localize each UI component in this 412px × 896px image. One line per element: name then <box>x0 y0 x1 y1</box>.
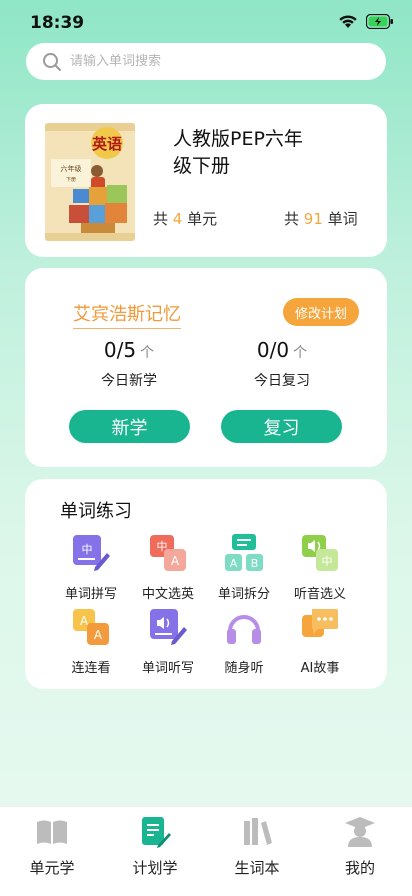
tab-vocabulary-book[interactable]: 生词本 <box>207 815 307 878</box>
book-open-icon <box>37 820 67 844</box>
search-bar[interactable] <box>26 43 386 80</box>
match-icon: A A <box>73 609 109 645</box>
svg-text:A: A <box>171 554 180 568</box>
bottom-tab-bar: 单元学 计划学 生词本 我的 <box>0 806 412 896</box>
search-icon <box>43 52 61 71</box>
search-input[interactable] <box>70 54 350 69</box>
word-split-icon: A B <box>225 534 263 571</box>
word-practice-card: 单词练习 中 单词拼写 中 A 中文选英 A B 单词拆分 中 听音选义 A A… <box>25 479 387 689</box>
listen-choose-icon: 中 <box>302 535 338 571</box>
cover-volume: 下册 <box>66 177 76 183</box>
headphones-icon <box>227 615 261 644</box>
unit-count-number: 4 <box>172 210 183 228</box>
svg-text:B: B <box>251 557 259 570</box>
practice-title: 单词练习 <box>60 501 132 522</box>
tab-unit-study[interactable]: 单元学 <box>2 815 102 878</box>
review-button[interactable]: 复习 <box>221 410 342 443</box>
practice-match[interactable]: A A 连连看 <box>52 607 130 676</box>
svg-text:A: A <box>230 557 238 570</box>
practice-chinese-to-english[interactable]: 中 A 中文选英 <box>129 533 207 602</box>
study-plan-card: 艾宾浩斯记忆 修改计划 0/5 个 今日新学 0/0 个 今日复习 新学 复习 <box>25 268 387 467</box>
today-review-count: 0/0 个 今日复习 <box>223 338 341 390</box>
chinese-to-english-icon: 中 A <box>150 535 186 571</box>
practice-word-split[interactable]: A B 单词拆分 <box>205 533 283 602</box>
tab-plan-study[interactable]: 计划学 <box>105 815 205 878</box>
today-new-label: 今日新学 <box>101 373 157 389</box>
cover-title: 英语 <box>92 135 122 153</box>
wifi-icon <box>339 15 357 28</box>
tab-profile[interactable]: 我的 <box>310 815 410 878</box>
profile-graduate-icon <box>345 817 375 847</box>
book-card[interactable]: 英语 六年级 下册 人教版PEP六年级下册 共 4 单元 共 91 单词 <box>25 104 387 257</box>
ai-story-icon <box>302 609 338 637</box>
edit-plan-button[interactable]: 修改计划 <box>283 298 359 326</box>
spelling-icon: 中 <box>73 535 110 571</box>
svg-text:中: 中 <box>322 555 333 568</box>
plan-name[interactable]: 艾宾浩斯记忆 <box>73 300 181 329</box>
practice-headphones[interactable]: 随身听 <box>205 607 283 676</box>
status-icons <box>338 14 394 29</box>
practice-spelling[interactable]: 中 单词拼写 <box>52 533 130 602</box>
bookshelf-icon <box>244 818 272 845</box>
learn-new-button[interactable]: 新学 <box>69 410 190 443</box>
status-time: 18:39 <box>30 13 85 33</box>
cover-grade: 六年级 <box>61 164 82 173</box>
status-bar: 18:39 <box>0 0 412 44</box>
word-count-number: 91 <box>303 210 323 228</box>
practice-ai-story[interactable]: AI故事 <box>281 607 359 676</box>
practice-dictation[interactable]: 单词听写 <box>129 607 207 676</box>
book-cover-image: 英语 六年级 下册 <box>45 123 135 241</box>
battery-charging-icon <box>366 14 393 29</box>
svg-text:中: 中 <box>82 543 93 556</box>
today-new-count: 0/5 个 今日新学 <box>70 338 188 390</box>
practice-listen-choose[interactable]: 中 听音选义 <box>281 533 359 602</box>
unit-count: 共 4 单元 <box>153 210 218 228</box>
svg-text:A: A <box>94 628 103 642</box>
dictation-icon <box>150 609 187 645</box>
plan-document-icon <box>142 817 171 848</box>
word-count: 共 91 单词 <box>284 210 358 228</box>
book-title: 人教版PEP六年级下册 <box>173 128 303 177</box>
today-review-label: 今日复习 <box>254 373 310 389</box>
